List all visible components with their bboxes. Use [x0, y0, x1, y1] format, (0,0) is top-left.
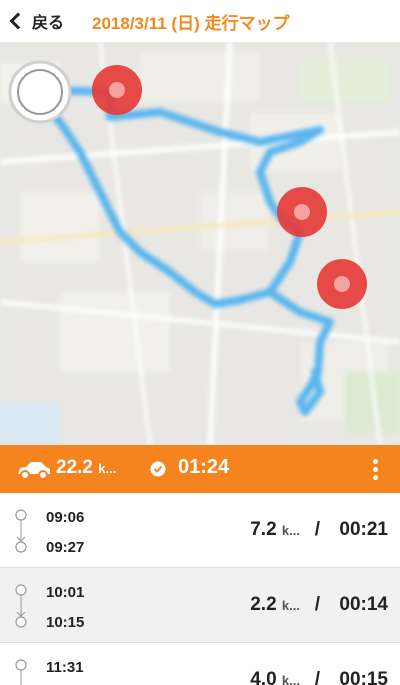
trip-end-time: 09:27	[46, 539, 85, 556]
trip-separator: /	[314, 594, 320, 615]
summary-bar: 22.2 k... 01:24	[0, 445, 400, 493]
car-icon	[18, 462, 50, 480]
stop-marker[interactable]	[92, 65, 142, 115]
total-duration: 01:24	[178, 456, 230, 478]
trip-separator: /	[314, 519, 320, 540]
clock-icon	[150, 461, 166, 477]
trip-distance-value: 7.2	[250, 519, 277, 540]
trip-distance: 4.0 k...	[250, 669, 300, 685]
list-item[interactable]: 11:31 4.0 k... / 00:15	[0, 643, 400, 685]
more-options-icon[interactable]	[365, 459, 385, 485]
trip-list: 09:06 09:27 7.2 k... / 00:21 10:01 10:15…	[0, 493, 400, 685]
trip-start-time: 11:31	[46, 659, 84, 676]
list-item[interactable]: 09:06 09:27 7.2 k... / 00:21	[0, 493, 400, 568]
trip-start-time: 09:06	[46, 509, 85, 526]
trip-duration: 00:15	[339, 669, 388, 685]
timeline-icon	[15, 659, 27, 685]
back-button[interactable]: 戻る	[6, 6, 64, 36]
trip-distance-value: 4.0	[250, 669, 277, 685]
timeline-icon	[15, 509, 27, 553]
list-item[interactable]: 10:01 10:15 2.2 k... / 00:14	[0, 568, 400, 643]
map-canvas	[0, 42, 400, 445]
route-map[interactable]	[0, 42, 400, 445]
total-distance-unit: k...	[98, 461, 117, 476]
trip-distance: 2.2 k...	[250, 594, 300, 616]
total-distance-value: 22.2	[56, 457, 93, 478]
start-marker[interactable]	[8, 60, 72, 124]
trip-start-time: 10:01	[46, 584, 85, 601]
chevron-left-icon	[9, 12, 27, 30]
total-distance: 22.2 k...	[56, 457, 116, 479]
back-label: 戻る	[32, 15, 65, 32]
trip-duration: 00:21	[339, 519, 388, 540]
stop-marker[interactable]	[317, 259, 367, 309]
trip-end-time: 10:15	[46, 614, 85, 631]
trip-separator: /	[314, 669, 320, 685]
top-bar: 戻る 2018/3/11 (日) 走行マップ	[0, 0, 400, 42]
trip-distance-unit: k...	[281, 598, 300, 613]
trip-duration: 00:14	[339, 594, 388, 615]
trip-distance-unit: k...	[281, 673, 300, 685]
stop-marker[interactable]	[277, 187, 327, 237]
trip-distance: 7.2 k...	[250, 519, 300, 541]
page-title: 2018/3/11 (日) 走行マップ	[92, 14, 290, 33]
trip-distance-unit: k...	[281, 523, 300, 538]
timeline-icon	[15, 584, 27, 628]
trip-distance-value: 2.2	[250, 594, 277, 615]
